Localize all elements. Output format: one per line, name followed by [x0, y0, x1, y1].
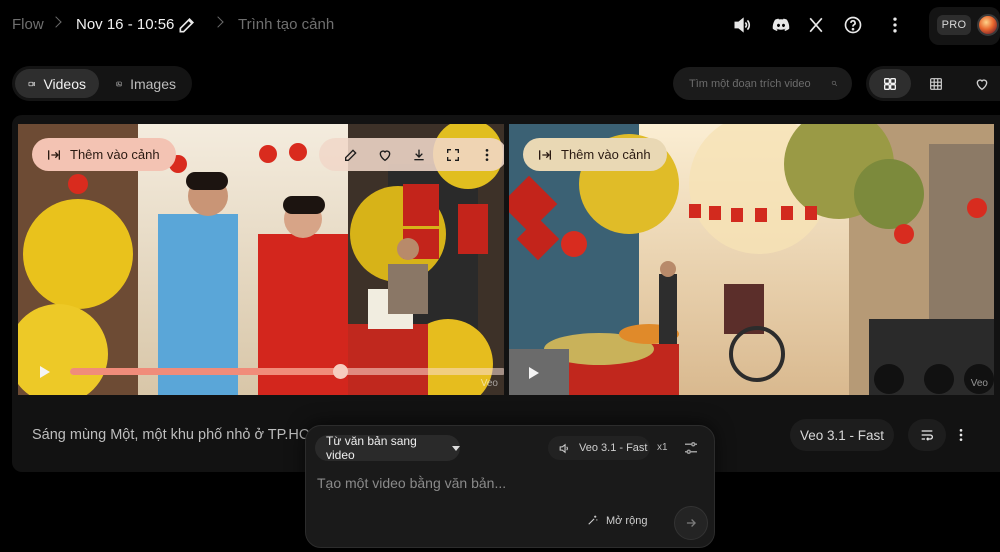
favorite-icon[interactable] [961, 69, 1000, 98]
volume-icon [559, 443, 568, 453]
help-icon[interactable] [841, 13, 865, 37]
add-to-scene-label: Thêm vào cảnh [561, 147, 651, 162]
edit-icon[interactable] [175, 13, 199, 37]
video-icon [28, 81, 35, 86]
breadcrumb-page[interactable]: Trình tạo cảnh [238, 16, 334, 34]
progress-bar[interactable] [70, 364, 504, 379]
x-icon[interactable] [804, 13, 828, 37]
download-icon[interactable] [408, 144, 430, 166]
add-to-scene-button[interactable]: Thêm vào cảnh [523, 138, 667, 171]
more-vert-icon [959, 429, 963, 441]
wrap-text-icon [921, 430, 933, 441]
add-to-scene-button[interactable]: Thêm vào cảnh [32, 138, 176, 171]
search-icon[interactable] [831, 77, 838, 90]
chevron-right-icon [212, 16, 224, 28]
image-icon [116, 81, 122, 86]
arrow-right-icon [686, 519, 696, 527]
chevron-right-icon [50, 16, 62, 28]
reuse-prompt-button[interactable] [908, 419, 946, 451]
veo-watermark: Veo [970, 378, 988, 389]
favorite-icon[interactable] [374, 144, 396, 166]
expand-prompt-button[interactable]: Mở rộng [586, 514, 647, 527]
add-to-scene-label: Thêm vào cảnh [70, 147, 160, 162]
more-vert-icon[interactable] [476, 144, 498, 166]
tab-images[interactable]: Images [103, 69, 189, 98]
settings-sliders-icon[interactable] [682, 439, 700, 457]
send-button[interactable] [674, 506, 708, 540]
magic-wand-icon [588, 515, 598, 525]
clip-search [673, 67, 852, 100]
plan-badge: PRO [937, 15, 971, 35]
breadcrumb-root[interactable]: Flow [12, 16, 44, 34]
video-clip-1[interactable]: Thêm vào cảnh Veo [18, 124, 504, 395]
video-clip-2[interactable]: Thêm vào cảnh Veo [509, 124, 994, 395]
generation-mode-label: Từ văn bản sang video [326, 434, 417, 462]
tab-videos[interactable]: Videos [15, 69, 99, 98]
model-select[interactable]: Veo 3.1 - Fast [548, 436, 650, 460]
card-more-button[interactable] [946, 419, 976, 451]
expand-prompt-label: Mở rộng [606, 514, 648, 527]
search-input[interactable] [689, 77, 831, 90]
play-icon[interactable] [40, 366, 50, 378]
play-icon[interactable] [529, 367, 539, 379]
add-to-scene-icon [48, 149, 60, 160]
volume-icon[interactable] [730, 13, 754, 37]
grid-large-icon[interactable] [869, 69, 911, 98]
model-select-label: Veo 3.1 - Fast [579, 442, 648, 454]
top-bar: Flow Nov 16 - 10:56 Trình tạo cảnh PRO [0, 0, 1000, 50]
chevron-down-icon [452, 445, 460, 451]
generation-prompt-caption: Sáng mùng Một, một khu phố nhỏ ở TP.HCM [32, 427, 322, 443]
edit-icon[interactable] [340, 144, 362, 166]
generation-model-badge: Veo 3.1 - Fast [790, 419, 894, 451]
add-to-scene-icon [539, 149, 551, 160]
project-title[interactable]: Nov 16 - 10:56 [76, 16, 174, 34]
avatar[interactable] [977, 14, 999, 36]
grid-small-icon[interactable] [915, 69, 957, 98]
progress-fill [70, 368, 341, 375]
prompt-input[interactable] [317, 472, 697, 494]
discord-icon[interactable] [769, 13, 793, 37]
generation-mode-select[interactable]: Từ văn bản sang video [315, 434, 460, 462]
tab-images-label: Images [130, 75, 176, 92]
tab-videos-label: Videos [43, 75, 86, 92]
fullscreen-icon[interactable] [442, 144, 464, 166]
output-count[interactable]: x1 [657, 442, 668, 453]
more-vert-icon[interactable] [883, 13, 907, 37]
clip-toolbar [319, 138, 504, 171]
veo-watermark: Veo [480, 378, 498, 389]
